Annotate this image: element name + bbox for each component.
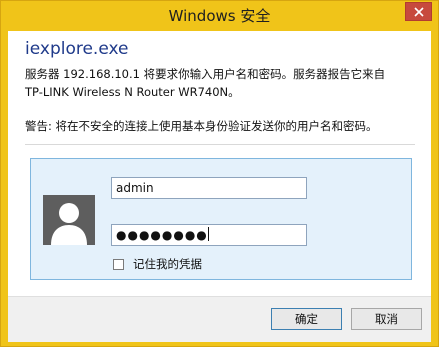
app-name: iexplore.exe [25,39,129,59]
password-value: ●●●●●●●● [116,228,208,242]
message-line-2: TP-LINK Wireless N Router WR740N。 [25,85,240,99]
remember-checkbox[interactable] [113,259,124,270]
username-value: admin [116,181,154,195]
username-field[interactable]: admin [111,177,307,199]
window-title: Windows 安全 [168,7,271,25]
separator [25,144,415,145]
password-field[interactable]: ●●●●●●●● [111,224,307,246]
ok-button[interactable]: 确定 [271,308,342,330]
remember-label: 记住我的凭据 [133,257,202,271]
dialog-footer: 确定 取消 [8,296,431,342]
security-dialog-window: Windows 安全 iexplore.exe 服务器 192.168.10.1… [0,0,439,347]
warning-text: 警告: 将在不安全的连接上使用基本身份验证发送你的用户名和密码。 [25,119,378,133]
user-avatar-icon [43,195,95,245]
close-button[interactable] [405,2,432,21]
close-icon [414,7,424,17]
credential-panel: admin ●●●●●●●● 记住我的凭据 [30,158,412,280]
dialog-body: iexplore.exe 服务器 192.168.10.1 将要求你输入用户名和… [8,31,431,342]
text-caret [207,227,209,241]
message-line-1: 服务器 192.168.10.1 将要求你输入用户名和密码。服务器报告它来自 [25,67,386,81]
title-bar[interactable]: Windows 安全 [1,1,438,31]
cancel-button[interactable]: 取消 [351,308,422,330]
